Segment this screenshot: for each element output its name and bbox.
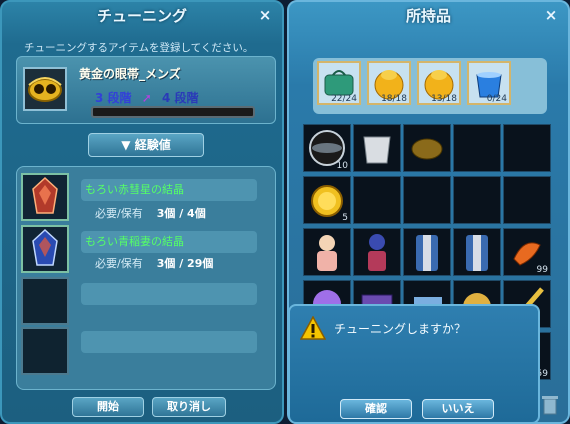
start-button[interactable]: 開始 [72,397,144,417]
inventory-slot[interactable] [303,228,351,276]
trash-icon[interactable] [541,394,559,416]
slot-qty: 10 [336,161,348,171]
golden-eyepatch-icon [411,138,443,160]
inventory-slot[interactable] [503,124,551,172]
material-name-2: もろい青稲妻の結晶 [85,235,184,248]
bag-count-4: 0/24 [486,94,507,104]
material-qty-label-2: 必要/保有 [95,257,143,270]
inventory-slot[interactable] [353,124,401,172]
inventory-slot[interactable] [453,228,501,276]
bag-count-1: 22/24 [331,94,357,104]
confirm-no-button[interactable]: いいえ [422,399,494,419]
warning-icon [300,316,326,340]
character-outfit-icon [368,234,386,271]
eyepatch-item-slot[interactable] [23,67,67,111]
inventory-slot[interactable] [403,228,451,276]
tuning-item-name: 黄金の眼帯_メンズ [79,67,181,81]
material-slot-3[interactable] [21,277,69,325]
inventory-slot[interactable] [403,176,451,224]
experience-toggle-button[interactable]: ▼ 経験値 [88,133,204,157]
material-name-1: もろい赤彗星の結晶 [85,183,184,196]
inventory-slot[interactable] [453,124,501,172]
material-qty-1: 3個 / 4個 [156,207,206,220]
bag-count-3: 13/18 [431,94,457,104]
confirm-ok-button[interactable]: 確認 [340,399,412,419]
bag-slot-3[interactable]: 13/18 [417,61,461,105]
golden-eyepatch-icon [28,77,62,102]
kimono-costume-icon [416,235,438,271]
stage-arrow-icon: ➚ [141,91,152,105]
tuning-title: チューニング [96,7,187,25]
stage-from: 3 段階 [95,91,132,105]
bag-slot-2[interactable]: 18/18 [367,61,411,105]
red-comet-crystal-icon [32,176,58,214]
slot-qty: 5 [342,213,348,223]
cancel-button[interactable]: 取り消し [152,397,226,417]
blue-lightning-crystal-icon [32,228,58,266]
inventory-slot[interactable]: 10 [303,124,351,172]
material-name-bar-4 [81,331,257,353]
material-qty-row-2: 必要/保有 3個 / 29個 [95,255,213,271]
bag-slot-1[interactable]: 22/24 [317,61,361,105]
tuning-item-panel: 黄金の眼帯_メンズ 3 段階 ➚ 4 段階 [16,56,276,124]
inventory-slot[interactable] [403,124,451,172]
tuning-instruction: チューニングするアイテムを登録してください。 [24,42,254,54]
white-armor-icon [363,136,391,164]
inventory-slot[interactable] [503,176,551,224]
tuning-progress-bar [91,106,255,118]
inventory-slot[interactable] [453,176,501,224]
character-costume-icon [317,235,337,271]
bag-count-2: 18/18 [381,94,407,104]
material-slot-2[interactable] [21,225,69,273]
material-qty-row-1: 必要/保有 3個 / 4個 [95,205,206,221]
stage-to: 4 段階 [161,91,199,105]
inventory-slot[interactable]: 5 [303,176,351,224]
inventory-slot[interactable]: 99 [503,228,551,276]
inventory-slot[interactable] [353,228,401,276]
material-name-bar-3 [81,283,257,305]
inventory-close-button[interactable]: × [542,6,560,24]
material-slot-4[interactable] [21,327,69,375]
materials-panel: もろい赤彗星の結晶 必要/保有 3個 / 4個 もろい青稲妻の結晶 必要/保有 3個… [16,166,276,390]
confirm-message: チューニングしますか？ [334,322,467,336]
bag-slot-4[interactable]: 0/24 [467,61,511,105]
material-qty-label-1: 必要/保有 [95,207,143,220]
tuning-close-button[interactable]: × [256,6,274,24]
bag-bar: 22/24 18/18 13/18 0/24 [313,58,547,114]
tuning-window: チューニング × チューニングするアイテムを登録してください。 黄金の眼帯_メン… [0,0,284,424]
inventory-slot[interactable] [353,176,401,224]
inventory-title: 所持品 [405,7,451,25]
confirm-dialog: チューニングしますか？ 確認 いいえ [288,304,540,424]
material-slot-1[interactable] [21,173,69,221]
kimono-costume-icon [466,235,488,271]
stage-change: 3 段階 ➚ 4 段階 [95,89,199,106]
material-qty-2: 3個 / 29個 [156,257,214,270]
slot-qty: 99 [536,265,548,275]
